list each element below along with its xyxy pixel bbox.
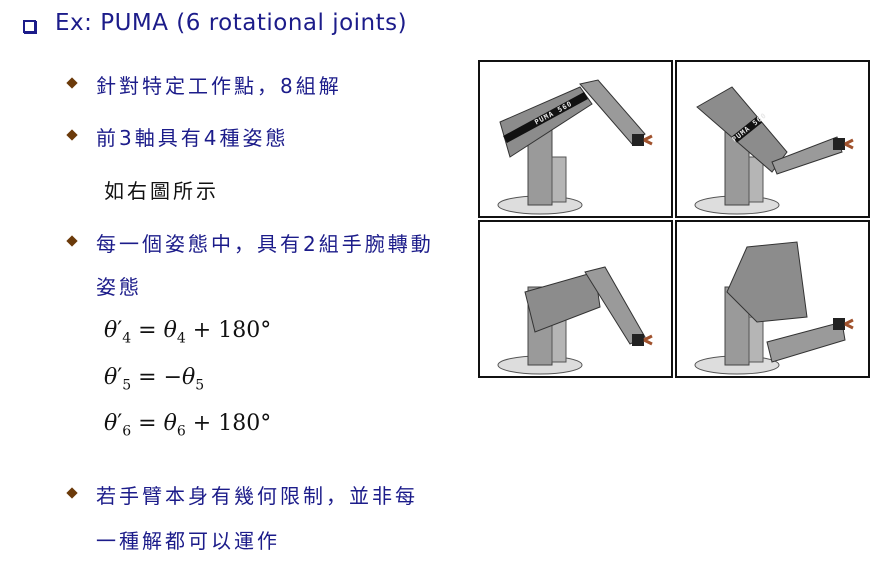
robot-pose-2-image: PUMA 560 xyxy=(675,60,870,218)
robot-motor xyxy=(748,156,764,203)
square-bullet-icon xyxy=(23,20,36,33)
robot-wrist xyxy=(833,318,845,330)
diamond-bullet-icon xyxy=(66,129,78,141)
robot-wrist xyxy=(632,334,644,346)
note-text: 如右圖所示 xyxy=(104,179,219,203)
robot-pose-4-image xyxy=(675,220,870,378)
bullet-text-cont: 姿態 xyxy=(96,275,142,299)
robot-gripper xyxy=(844,138,854,150)
diamond-bullet-icon xyxy=(66,235,78,247)
equation: θ′5 = −θ5 xyxy=(104,365,205,394)
robot-gripper xyxy=(844,318,854,330)
robot-wrist xyxy=(632,134,644,146)
bullet-text: 每一個姿態中，具有2組手腕轉動 xyxy=(96,232,434,256)
robot-wrist xyxy=(833,138,845,150)
robot-pose-1-image: PUMA 560 xyxy=(478,60,673,218)
robot-gripper xyxy=(643,134,653,146)
equation: θ′6 = θ6 + 180° xyxy=(104,411,272,440)
diamond-bullet-icon xyxy=(66,77,78,89)
robot-motor xyxy=(748,316,764,363)
bullet-text: 若手臂本身有幾何限制，並非每 xyxy=(96,484,418,508)
slide-title: Ex: PUMA (6 rotational joints) xyxy=(55,10,408,36)
equation: θ′4 = θ4 + 180° xyxy=(104,318,272,347)
robot-pose-3-image xyxy=(478,220,673,378)
bullet-text: 前3軸具有4種姿態 xyxy=(96,126,289,150)
bullet-text-cont: 一種解都可以運作 xyxy=(96,529,280,553)
diamond-bullet-icon xyxy=(66,487,78,499)
robot-motor xyxy=(551,156,567,203)
slide: Ex: PUMA (6 rotational joints) 針對特定工作點，8… xyxy=(0,0,877,565)
bullet-text: 針對特定工作點，8組解 xyxy=(96,74,342,98)
